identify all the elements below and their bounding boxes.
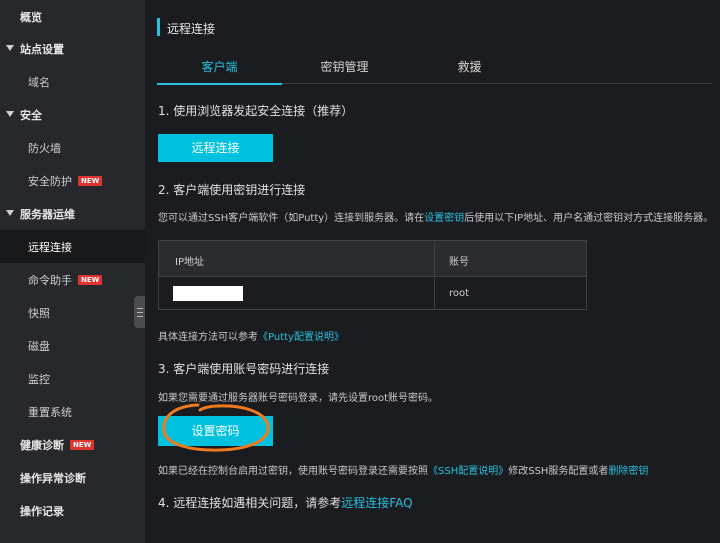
title-accent-bar — [157, 18, 160, 36]
step4-heading: 4. 远程连接如遇相关问题，请参考远程连接FAQ — [158, 496, 413, 510]
ip-address-redacted — [173, 286, 243, 301]
handle-line-icon — [137, 311, 143, 313]
sidebar-item-remote-connection[interactable]: 远程连接 — [0, 230, 145, 263]
sidebar-item-disk[interactable]: 磁盘 — [0, 329, 145, 362]
sidebar-item-exception-diagnosis[interactable]: 操作异常诊断 — [0, 461, 145, 494]
sidebar-item-site-settings[interactable]: 站点设置 — [0, 32, 145, 65]
new-badge: NEW — [78, 274, 103, 285]
step2-description: 您可以通过SSH客户端软件（如Putty）连接到服务器。请在设置密钥后使用以下I… — [158, 213, 714, 224]
table-header-row: IP地址 账号 — [159, 241, 586, 277]
table-column-divider — [434, 241, 435, 309]
sidebar-item-reset-system[interactable]: 重置系统 — [0, 395, 145, 428]
remote-connect-button[interactable]: 远程连接 — [158, 134, 273, 162]
putty-reference: 具体连接方法可以参考《Putty配置说明》 — [158, 332, 344, 343]
column-header-account: 账号 — [449, 257, 469, 268]
table-row: root — [159, 277, 586, 309]
main-content: 远程连接 客户端 密钥管理 救援 1. 使用浏览器发起安全连接（推荐） 远程连接… — [145, 0, 720, 543]
step3-heading: 3. 客户端使用账号密码进行连接 — [158, 362, 330, 376]
account-value: root — [449, 288, 470, 299]
remote-faq-link[interactable]: 远程连接FAQ — [341, 496, 412, 510]
sidebar-item-server-ops[interactable]: 服务器运维 — [0, 197, 145, 230]
tab-bar: 客户端 密钥管理 救援 — [157, 52, 712, 85]
sidebar-item-snapshot[interactable]: 快照 — [0, 296, 145, 329]
sidebar: 概览 站点设置 域名 安全 防火墙 安全防护 NEW 服务器运维 远程连接 命令… — [0, 0, 145, 543]
column-header-ip: IP地址 — [175, 257, 204, 268]
sidebar-item-firewall[interactable]: 防火墙 — [0, 131, 145, 164]
handle-line-icon — [137, 315, 143, 317]
sidebar-item-monitor[interactable]: 监控 — [0, 362, 145, 395]
putty-config-link[interactable]: 《Putty配置说明》 — [258, 332, 344, 343]
sidebar-item-operation-log[interactable]: 操作记录 — [0, 494, 145, 527]
sidebar-item-security-protection[interactable]: 安全防护 NEW — [0, 164, 145, 197]
handle-line-icon — [137, 307, 143, 309]
page-title: 远程连接 — [167, 22, 216, 36]
step1-heading: 1. 使用浏览器发起安全连接（推荐） — [158, 104, 354, 118]
tab-key-management[interactable]: 密钥管理 — [282, 52, 407, 84]
sidebar-item-command-assistant[interactable]: 命令助手 NEW — [0, 263, 145, 296]
tab-client[interactable]: 客户端 — [157, 52, 282, 85]
password-login-note: 如果已经在控制台启用过密钥，使用账号密码登录还需要按照《SSH配置说明》修改SS… — [158, 466, 649, 477]
sidebar-item-domain[interactable]: 域名 — [0, 65, 145, 98]
caret-down-icon — [6, 111, 14, 117]
new-badge: NEW — [78, 175, 103, 186]
sidebar-item-overview[interactable]: 概览 — [0, 0, 145, 33]
set-password-button[interactable]: 设置密码 — [158, 416, 273, 446]
caret-down-icon — [6, 45, 14, 51]
tab-rescue[interactable]: 救援 — [407, 52, 532, 84]
sidebar-item-security[interactable]: 安全 — [0, 98, 145, 131]
step2-heading: 2. 客户端使用密钥进行连接 — [158, 183, 306, 197]
step3-description: 如果您需要通过服务器账号密码登录，请先设置root账号密码。 — [158, 393, 439, 404]
new-badge: NEW — [70, 439, 95, 450]
delete-key-link[interactable]: 删除密钥 — [608, 466, 648, 477]
ssh-config-link[interactable]: 《SSH配置说明》 — [428, 466, 508, 477]
caret-down-icon — [6, 210, 14, 216]
connection-info-table: IP地址 账号 root — [158, 240, 587, 310]
set-key-link[interactable]: 设置密钥 — [424, 213, 464, 224]
sidebar-item-health-diagnosis[interactable]: 健康诊断 NEW — [0, 428, 145, 461]
